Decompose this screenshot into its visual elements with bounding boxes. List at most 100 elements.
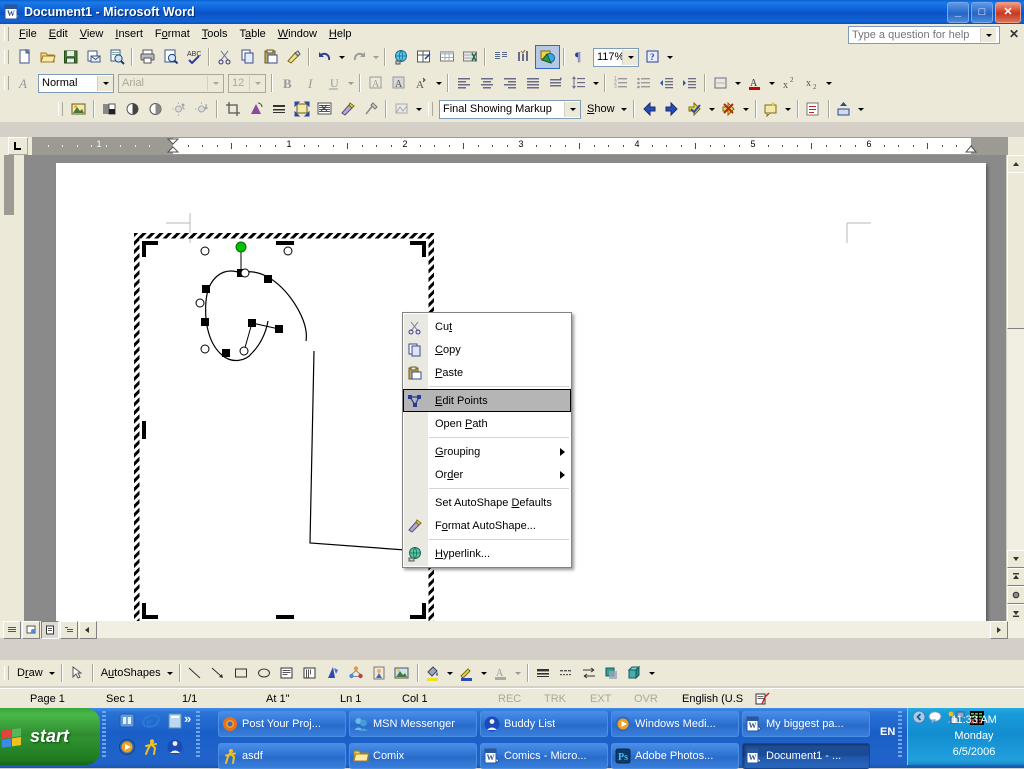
status-language[interactable]: English (U.S bbox=[676, 693, 749, 705]
language-indicator[interactable]: EN bbox=[880, 726, 895, 738]
status-ext[interactable]: EXT bbox=[584, 693, 628, 705]
normal-view-icon[interactable] bbox=[3, 621, 21, 639]
help-search-box[interactable] bbox=[848, 26, 1000, 44]
taskbar-button[interactable]: Buddy List bbox=[480, 711, 608, 737]
draw-menu-button[interactable]: Draw bbox=[13, 667, 47, 679]
context-menu-item-grouping[interactable]: Grouping bbox=[403, 440, 571, 463]
show-menu-button[interactable]: Show bbox=[583, 103, 619, 115]
horizontal-ruler[interactable]: 1234561 bbox=[0, 137, 1024, 155]
subscript-icon[interactable]: x2 bbox=[800, 72, 823, 94]
font-color-dropdown-icon[interactable] bbox=[513, 662, 524, 684]
numbered-list-icon[interactable]: 123 bbox=[609, 72, 632, 94]
border-dropdown-icon[interactable] bbox=[732, 72, 743, 94]
previous-change-icon[interactable] bbox=[638, 98, 661, 120]
document-map-icon[interactable] bbox=[512, 46, 535, 68]
drawing-icon[interactable] bbox=[535, 45, 560, 69]
reviewing-pane-icon[interactable] bbox=[802, 98, 825, 120]
chevron-down-icon[interactable] bbox=[564, 102, 580, 117]
drawing-options-icon[interactable] bbox=[647, 662, 658, 684]
rectangle-icon[interactable] bbox=[230, 662, 253, 684]
tables-and-borders-icon[interactable] bbox=[412, 46, 435, 68]
undo-dropdown-icon[interactable] bbox=[336, 46, 347, 68]
context-menu-item-copy[interactable]: Copy bbox=[403, 338, 571, 361]
taskbar-button[interactable]: Post Your Proj... bbox=[218, 711, 346, 737]
text-box-icon[interactable] bbox=[276, 662, 299, 684]
drawing-canvas[interactable] bbox=[134, 233, 434, 628]
context-menu-item-open-path[interactable]: Open Path bbox=[403, 412, 571, 435]
style-combo[interactable]: Normal bbox=[38, 74, 114, 93]
close-button[interactable]: ✕ bbox=[995, 2, 1021, 23]
insert-picture-icon[interactable] bbox=[67, 98, 90, 120]
italic-icon[interactable]: I bbox=[299, 72, 322, 94]
new-comment-icon[interactable] bbox=[760, 98, 783, 120]
line-color-dropdown-icon[interactable] bbox=[479, 662, 490, 684]
minimize-button[interactable]: _ bbox=[947, 2, 969, 23]
fill-color-icon[interactable] bbox=[422, 662, 445, 684]
toolbar-options-icon[interactable] bbox=[664, 46, 675, 68]
picture-options-icon[interactable] bbox=[413, 98, 424, 120]
print-icon[interactable] bbox=[136, 46, 159, 68]
styles-formatting-icon[interactable]: A bbox=[13, 72, 36, 94]
web-layout-view-icon[interactable] bbox=[22, 621, 40, 639]
reviewing-options-icon[interactable] bbox=[856, 98, 867, 120]
taskbar-button[interactable]: MSN Messenger bbox=[349, 711, 477, 737]
insert-clip-art-icon[interactable] bbox=[368, 662, 391, 684]
line-spacing-dropdown-icon[interactable] bbox=[590, 72, 601, 94]
format-painter-icon[interactable] bbox=[282, 46, 305, 68]
vertical-scrollbar-thumb[interactable] bbox=[1007, 172, 1024, 329]
context-menu-item-order[interactable]: Order bbox=[403, 463, 571, 486]
crop-icon[interactable] bbox=[221, 98, 244, 120]
aol-icon[interactable] bbox=[166, 738, 184, 756]
context-menu-item-set-autoshape-defaults[interactable]: Set AutoShape Defaults bbox=[403, 491, 571, 514]
set-transparent-color-icon[interactable] bbox=[359, 98, 382, 120]
open-folder-icon[interactable] bbox=[36, 46, 59, 68]
decrease-indent-icon[interactable] bbox=[655, 72, 678, 94]
show-formatting-marks-icon[interactable]: ¶ bbox=[568, 46, 591, 68]
markup-display-combo[interactable]: Final Showing Markup bbox=[439, 100, 581, 119]
start-button[interactable]: start bbox=[0, 708, 100, 765]
menu-window[interactable]: Window bbox=[272, 26, 323, 42]
indent-marker[interactable] bbox=[964, 145, 978, 154]
picture-toolbar-gripper[interactable] bbox=[58, 102, 63, 116]
help-search-input[interactable] bbox=[849, 27, 980, 43]
shadow-style-icon[interactable] bbox=[601, 662, 624, 684]
internet-explorer-icon[interactable]: e bbox=[142, 712, 160, 730]
insert-wordart-icon[interactable] bbox=[322, 662, 345, 684]
save-disk-icon[interactable] bbox=[59, 46, 82, 68]
insert-excel-sheet-icon[interactable] bbox=[458, 46, 481, 68]
compress-pictures-icon[interactable] bbox=[290, 98, 313, 120]
more-brightness-icon[interactable] bbox=[167, 98, 190, 120]
autoshapes-dropdown-icon[interactable] bbox=[165, 662, 176, 684]
bold-icon[interactable]: B bbox=[276, 72, 299, 94]
arrow-icon[interactable] bbox=[207, 662, 230, 684]
menu-view[interactable]: View bbox=[74, 26, 110, 42]
ruler-strip[interactable]: 1234561 bbox=[32, 137, 1008, 155]
next-page-icon[interactable] bbox=[1007, 604, 1024, 622]
insert-diagram-icon[interactable] bbox=[345, 662, 368, 684]
color-mode-icon[interactable] bbox=[98, 98, 121, 120]
format-picture-icon[interactable] bbox=[336, 98, 359, 120]
menu-file[interactable]: File bbox=[13, 26, 43, 42]
taskbar-button[interactable]: WMy biggest pa... bbox=[742, 711, 870, 737]
draw-dropdown-icon[interactable] bbox=[47, 662, 58, 684]
menu-bar-gripper[interactable] bbox=[4, 27, 9, 41]
taskbar-button[interactable]: asdf bbox=[218, 743, 346, 769]
select-objects-arrow-icon[interactable] bbox=[66, 662, 89, 684]
status-ovr[interactable]: OVR bbox=[628, 693, 676, 705]
reviewing-toolbar-gripper[interactable] bbox=[428, 102, 433, 116]
formatting-options-icon[interactable] bbox=[823, 72, 834, 94]
line-spacing-icon[interactable] bbox=[567, 72, 590, 94]
media-window-icon[interactable] bbox=[166, 712, 184, 730]
shape-context-menu[interactable]: CutCopyPasteEdit PointsOpen PathGrouping… bbox=[402, 312, 572, 568]
align-right-icon[interactable] bbox=[498, 72, 521, 94]
taskbar-button[interactable]: PsAdobe Photos... bbox=[611, 743, 739, 769]
aim-running-man-icon[interactable] bbox=[142, 738, 160, 756]
print-layout-view-icon[interactable] bbox=[41, 621, 59, 639]
highlight-icon[interactable]: A bbox=[364, 72, 387, 94]
outline-view-icon[interactable] bbox=[60, 621, 78, 639]
font-color-icon[interactable]: A bbox=[743, 72, 766, 94]
track-changes-icon[interactable] bbox=[833, 98, 856, 120]
font-color-icon[interactable]: A bbox=[490, 662, 513, 684]
autoshapes-menu-button[interactable]: AutoShapes bbox=[97, 667, 165, 679]
accept-change-icon[interactable] bbox=[684, 98, 707, 120]
